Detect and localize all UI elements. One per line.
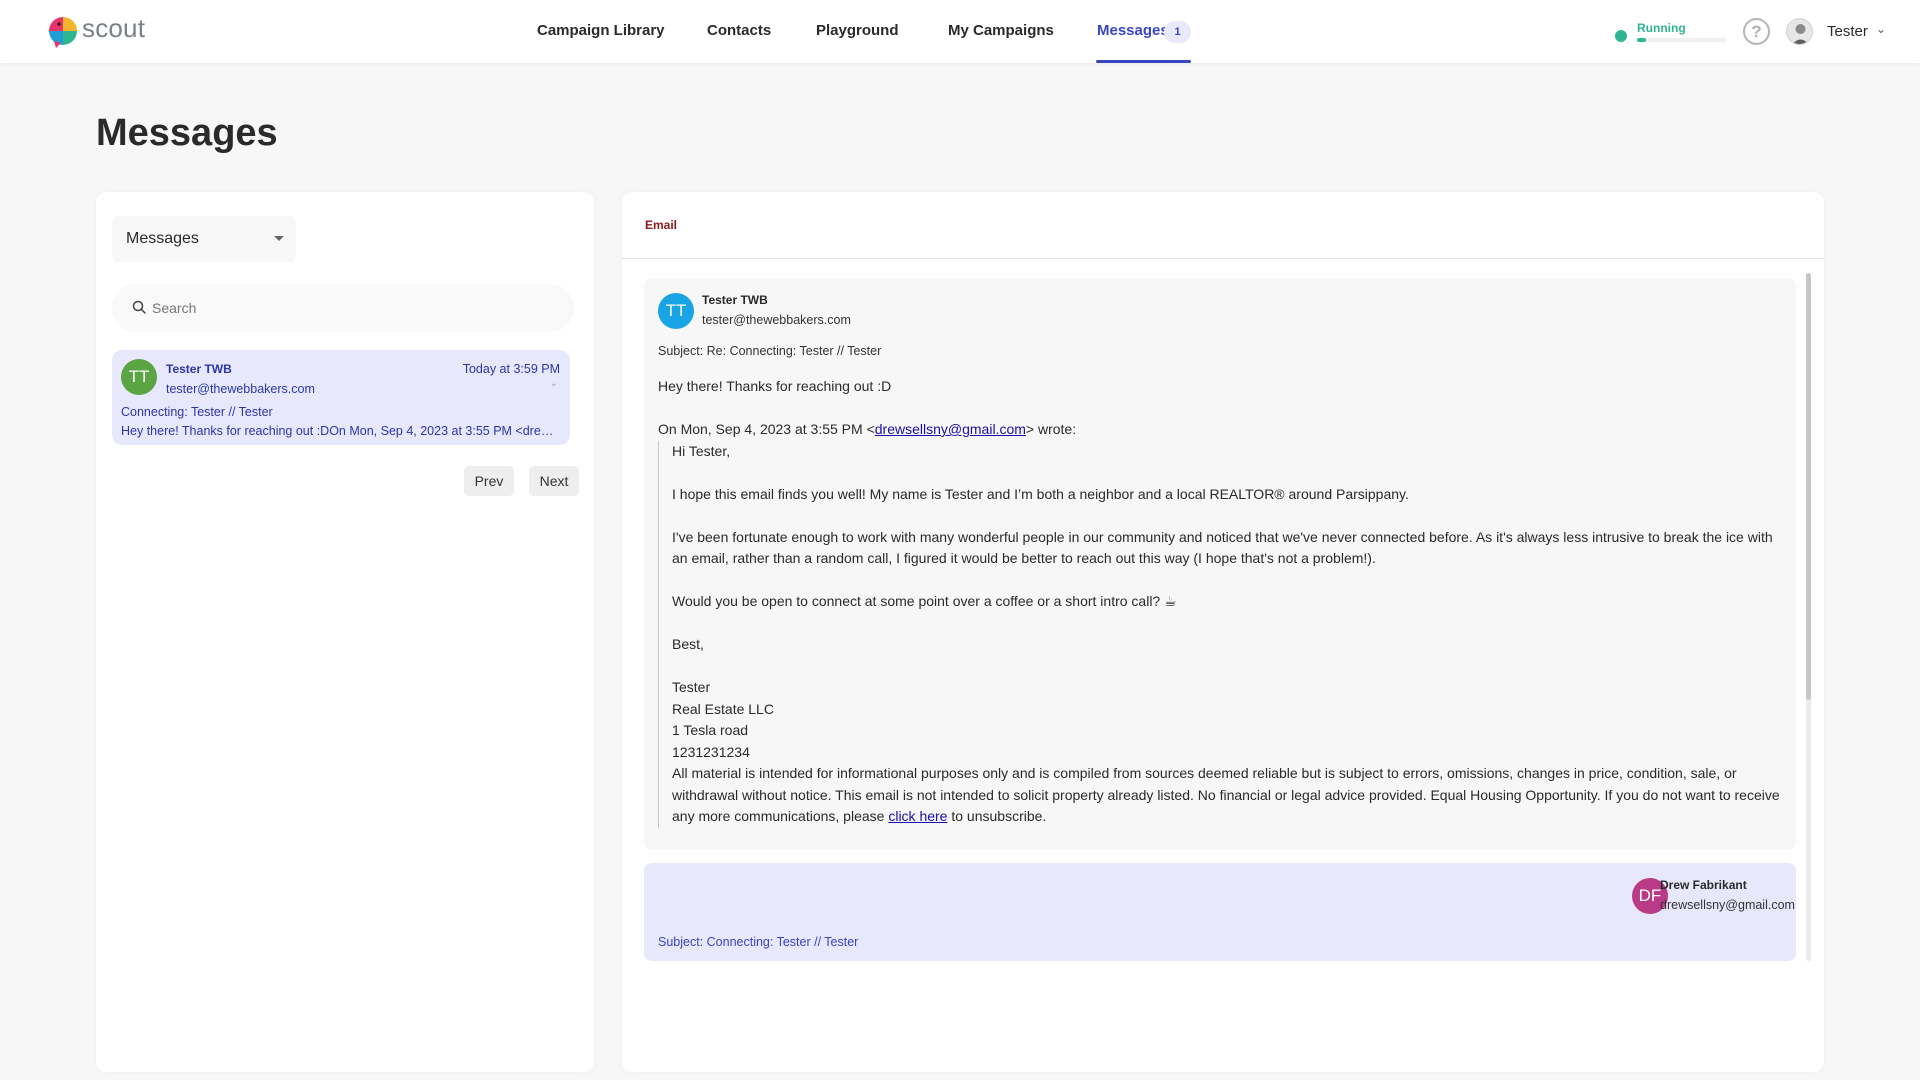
message-filter-select[interactable]: Messages xyxy=(112,216,296,262)
search-icon xyxy=(132,300,146,314)
quote-signoff: Best, xyxy=(672,636,704,652)
quote-header: On Mon, Sep 4, 2023 at 3:55 PM <drewsell… xyxy=(658,419,1783,441)
disclaimer: All material is intended for information… xyxy=(672,763,1783,828)
messages-count-badge: 1 xyxy=(1164,21,1191,43)
reply-text: Hey there! Thanks for reaching out :D xyxy=(658,378,892,394)
tab-email[interactable]: Email xyxy=(645,218,677,232)
disclaimer-text: All material is intended for information… xyxy=(672,765,1780,824)
quote-paragraph: I hope this email finds you well! My nam… xyxy=(672,485,1409,502)
tab-divider xyxy=(622,258,1824,259)
message-body: Hey there! Thanks for reaching out :D On… xyxy=(658,376,1783,828)
nav-campaign-library[interactable]: Campaign Library xyxy=(537,22,665,39)
message-list-item[interactable]: TT Tester TWB tester@thewebbakers.com To… xyxy=(112,350,570,445)
status-progress-fill xyxy=(1637,38,1646,42)
message-list-panel: Messages TT Tester TWB tester@thewebbake… xyxy=(96,192,594,1072)
sender-email-link[interactable]: drewsellsny@gmail.com xyxy=(875,421,1026,437)
signature-phone: 1231231234 xyxy=(672,743,750,760)
user-photo-icon xyxy=(1792,24,1809,44)
active-tab-indicator xyxy=(1096,60,1191,63)
user-name[interactable]: Tester xyxy=(1827,23,1868,40)
help-icon[interactable]: ? xyxy=(1743,18,1770,45)
message-subject: Connecting: Tester // Tester xyxy=(121,405,273,419)
chevron-down-icon[interactable]: ⌄ xyxy=(1876,22,1886,36)
unsubscribe-link[interactable]: click here xyxy=(888,808,947,824)
search-box xyxy=(112,284,574,332)
scrollbar-thumb[interactable] xyxy=(1806,273,1811,700)
message-filter-value: Messages xyxy=(126,230,199,247)
status-dot-icon xyxy=(1615,30,1627,42)
thread-message: TT Tester TWB tester@thewebbakers.com Su… xyxy=(644,278,1796,850)
user-avatar[interactable] xyxy=(1786,18,1813,45)
chevron-down-icon[interactable]: ⌄ xyxy=(550,378,558,389)
thread-scrollbar[interactable] xyxy=(1806,273,1811,961)
disclaimer-suffix: to unsubscribe. xyxy=(947,808,1047,824)
sender-email: tester@thewebbakers.com xyxy=(702,313,851,327)
sender-name: Tester TWB xyxy=(166,362,232,376)
top-nav-bar: scout Campaign Library Contacts Playgrou… xyxy=(0,0,1920,63)
quote-header-suffix: > wrote: xyxy=(1025,421,1077,437)
message-preview: Hey there! Thanks for reaching out :DOn … xyxy=(121,424,561,438)
app-name[interactable]: scout xyxy=(82,13,145,44)
message-time: Today at 3:59 PM xyxy=(462,362,560,376)
prev-page-button[interactable]: Prev xyxy=(464,466,514,496)
thread-message: DF Drew Fabrikant drewsellsny@gmail.com … xyxy=(644,863,1796,961)
sender-name: Tester TWB xyxy=(702,293,768,307)
nav-messages[interactable]: Messages xyxy=(1097,22,1169,39)
sender-avatar: TT xyxy=(121,359,157,395)
status-progress-bar xyxy=(1637,38,1727,42)
signature-name: Tester xyxy=(672,679,711,695)
message-detail-panel: Email TT Tester TWB tester@thewebbakers.… xyxy=(622,192,1824,1072)
next-page-button[interactable]: Next xyxy=(529,466,579,496)
nav-playground[interactable]: Playground xyxy=(816,22,899,39)
sender-avatar: TT xyxy=(658,293,694,329)
sender-email: drewsellsny@gmail.com xyxy=(1660,898,1795,912)
quote-paragraph: I've been fortunate enough to work with … xyxy=(672,528,1773,567)
quote-greeting: Hi Tester, xyxy=(672,442,731,459)
signature-address: 1 Tesla road xyxy=(672,722,749,738)
message-subject: Subject: Re: Connecting: Tester // Teste… xyxy=(658,344,882,358)
status-label: Running xyxy=(1637,21,1686,35)
message-subject: Subject: Connecting: Tester // Tester xyxy=(658,935,859,949)
quoted-message: Hi Tester, I hope this email finds you w… xyxy=(658,440,1783,828)
quote-paragraph: Would you be open to connect at some poi… xyxy=(672,593,1177,609)
search-input[interactable] xyxy=(152,284,552,332)
sender-name: Drew Fabrikant xyxy=(1660,878,1747,892)
nav-my-campaigns[interactable]: My Campaigns xyxy=(948,22,1054,39)
scout-logo-icon[interactable] xyxy=(46,15,80,49)
sender-email: tester@thewebbakers.com xyxy=(166,382,315,396)
signature-company: Real Estate LLC xyxy=(672,700,774,717)
caret-down-icon xyxy=(274,236,284,241)
quote-header-prefix: On Mon, Sep 4, 2023 at 3:55 PM < xyxy=(658,421,875,437)
nav-contacts[interactable]: Contacts xyxy=(707,22,771,39)
page-title: Messages xyxy=(96,112,278,154)
